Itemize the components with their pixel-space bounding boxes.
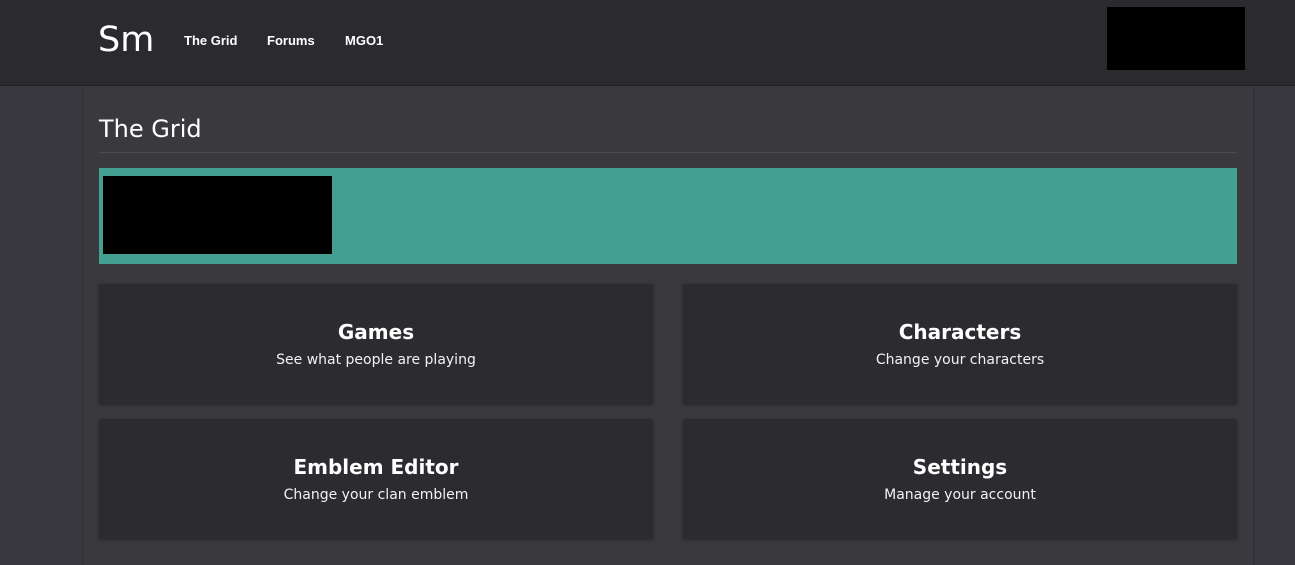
top-navbar: Sm The Grid Forums MGO1	[0, 0, 1295, 86]
characters-card[interactable]: Characters Change your characters	[683, 284, 1237, 404]
nav-link-the-grid[interactable]: The Grid	[184, 32, 237, 50]
brand-logo[interactable]: Sm	[98, 18, 154, 62]
page-title: The Grid	[99, 115, 202, 143]
card-description: See what people are playing	[276, 352, 476, 368]
title-divider	[99, 152, 1237, 153]
profile-banner	[99, 168, 1237, 264]
redacted-user-menu[interactable]	[1107, 7, 1245, 70]
games-card[interactable]: Games See what people are playing	[99, 284, 653, 404]
redacted-banner-content	[103, 176, 332, 254]
card-title: Games	[337, 320, 415, 344]
card-title: Characters	[898, 320, 1022, 344]
card-title: Emblem Editor	[293, 455, 459, 479]
nav-link-mgo1[interactable]: MGO1	[345, 32, 383, 50]
card-description: Change your clan emblem	[283, 487, 469, 503]
settings-card[interactable]: Settings Manage your account	[683, 419, 1237, 539]
card-description: Manage your account	[884, 487, 1036, 503]
nav-link-forums[interactable]: Forums	[267, 32, 315, 50]
main-content: The Grid Games See what people are playi…	[83, 86, 1254, 565]
emblem-editor-card[interactable]: Emblem Editor Change your clan emblem	[99, 419, 653, 539]
card-description: Change your characters	[875, 352, 1045, 368]
card-title: Settings	[912, 455, 1008, 479]
